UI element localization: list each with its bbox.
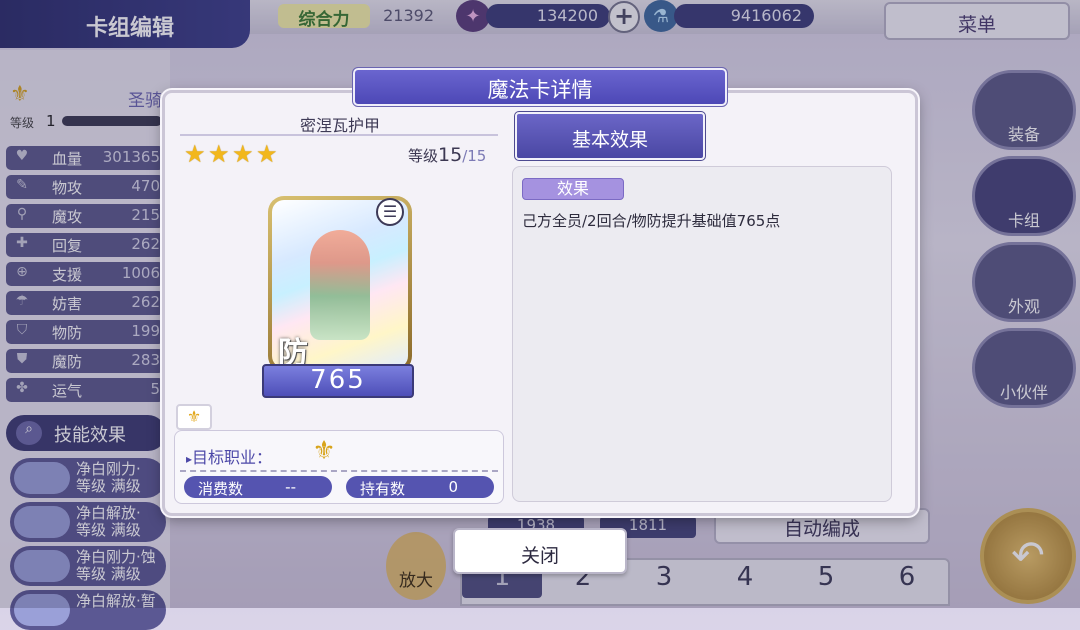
owned-pill: 持有数 0	[346, 476, 494, 498]
tab-basic-effect[interactable]: 基本效果	[514, 111, 706, 161]
cost-value: --	[285, 478, 296, 496]
card-character-figure	[310, 230, 370, 340]
dialog-title: 魔法卡详情	[352, 67, 728, 107]
card-name: 密涅瓦护甲	[299, 116, 380, 135]
star-icon: ★	[184, 140, 206, 168]
card-level: 等级15/15	[408, 144, 498, 168]
effect-tag: 效果	[522, 178, 624, 200]
dashed-divider	[180, 470, 498, 472]
card-level-current: 15	[438, 144, 463, 166]
card-level-label: 等级	[408, 147, 439, 165]
target-job-label: ▸目标职业：	[186, 444, 272, 468]
owned-label: 持有数	[360, 480, 406, 498]
menu-lines-icon[interactable]: ☰	[376, 198, 404, 226]
card-type-char: 防	[278, 336, 308, 368]
card-value: 765	[262, 364, 414, 398]
name-divider	[180, 134, 498, 136]
owned-value: 0	[448, 478, 458, 496]
star-icon: ★	[232, 140, 254, 168]
effect-description: 己方全员/2回合/物防提升基础值765点	[522, 212, 781, 230]
star-icon: ★	[256, 140, 278, 168]
target-job-text: 目标职业：	[192, 448, 273, 467]
card-level-max: /15	[462, 147, 487, 165]
close-button[interactable]: 关闭	[453, 528, 627, 574]
cost-label: 消费数	[198, 480, 244, 498]
cost-pill: 消费数 --	[184, 476, 332, 498]
job-tag-icon: ⚜	[176, 404, 212, 430]
star-icon: ★	[208, 140, 230, 168]
fleur-icon: ⚜	[312, 436, 336, 466]
